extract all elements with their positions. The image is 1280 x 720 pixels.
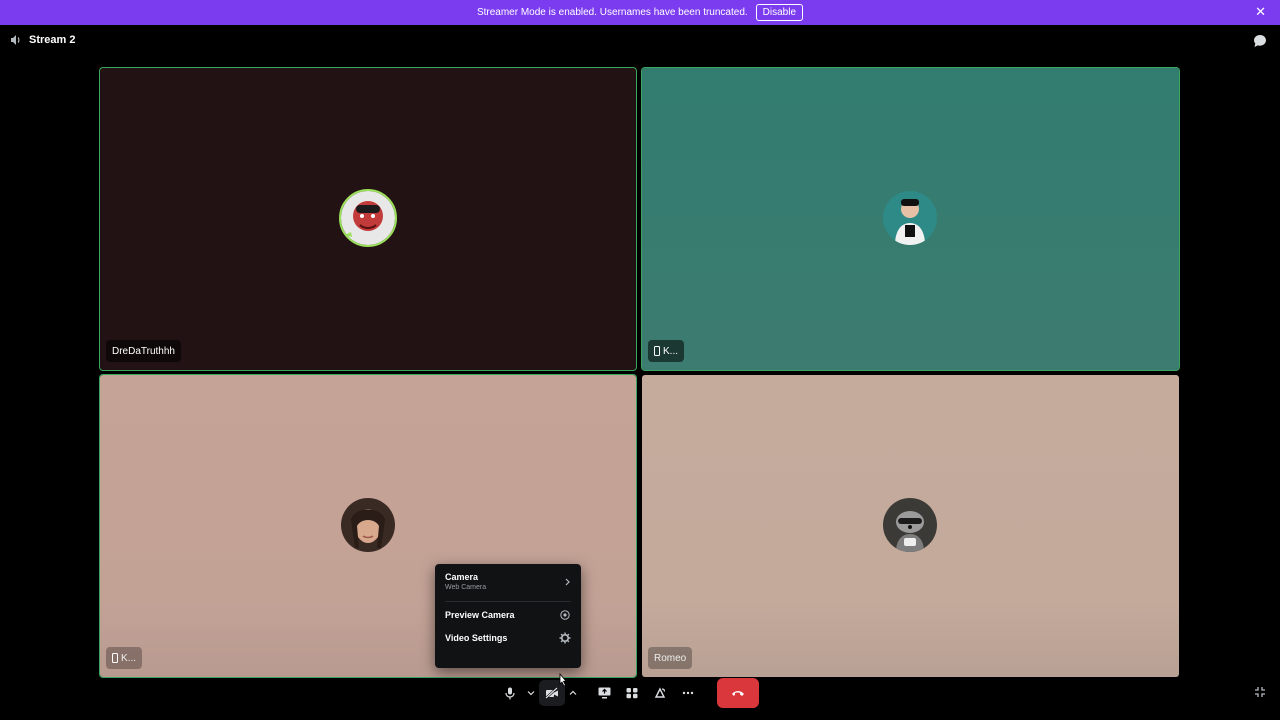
more-icon[interactable] [675, 680, 701, 706]
banner-message: Streamer Mode is enabled. Usernames have… [476, 7, 748, 18]
channel-header: Stream 2 [10, 34, 75, 46]
soundboard-icon[interactable] [647, 680, 673, 706]
participant-tile-1[interactable]: DreDaTruthhh [99, 67, 637, 371]
video-settings-item[interactable]: Video Settings [445, 632, 571, 644]
exit-fullscreen-icon[interactable] [1254, 686, 1266, 698]
participant-name-tag: K... [106, 647, 143, 669]
preview-camera-item[interactable]: Preview Camera [445, 610, 571, 620]
eye-icon [560, 610, 570, 620]
avatar [883, 191, 937, 245]
hang-up-icon[interactable] [717, 678, 759, 708]
chat-bubble-icon[interactable] [1253, 34, 1267, 48]
channel-name: Stream 2 [29, 34, 76, 46]
screen-share-icon[interactable] [591, 680, 617, 706]
participant-name-tag: DreDaTruthhh [106, 340, 181, 362]
participant-name: K... [663, 345, 679, 357]
mouse-cursor-icon [559, 673, 567, 687]
chevron-right-icon [565, 578, 570, 585]
preview-camera-label: Preview Camera [445, 610, 515, 620]
action-controls-group [587, 678, 705, 708]
camera-options-menu: Camera Web Camera Preview Camera Video S… [435, 564, 581, 668]
mobile-phone-icon [654, 346, 660, 356]
participant-name: DreDaTruthhh [112, 345, 175, 357]
participant-tile-2[interactable]: K... [641, 67, 1180, 371]
participant-tile-4[interactable]: Romeo [642, 375, 1179, 677]
menu-divider [445, 601, 571, 602]
mobile-phone-icon [112, 653, 118, 663]
camera-label: Camera [445, 572, 479, 582]
participant-name: Romeo [654, 652, 687, 664]
avatar [883, 498, 937, 552]
camera-device-label: Web Camera [445, 584, 487, 591]
streamer-mode-banner: Streamer Mode is enabled. Usernames have… [0, 0, 1280, 25]
camera-source-item[interactable]: Camera Web Camera [445, 572, 571, 591]
avatar [341, 498, 395, 552]
media-controls-group [493, 678, 583, 708]
disable-streamer-mode-button[interactable]: Disable [755, 4, 804, 21]
activities-icon[interactable] [619, 680, 645, 706]
participant-name-tag: K... [648, 340, 685, 362]
close-icon[interactable]: ✕ [1255, 5, 1266, 19]
chevron-up-icon[interactable] [567, 680, 579, 706]
chevron-down-icon[interactable] [525, 680, 537, 706]
video-settings-label: Video Settings [445, 633, 508, 643]
microphone-icon[interactable] [497, 680, 523, 706]
speaker-icon [11, 35, 20, 45]
avatar [339, 189, 397, 247]
participant-name-tag: Romeo [648, 647, 693, 669]
call-controls-bar [493, 677, 759, 709]
participant-name: K... [121, 652, 137, 664]
gear-icon [559, 632, 571, 644]
